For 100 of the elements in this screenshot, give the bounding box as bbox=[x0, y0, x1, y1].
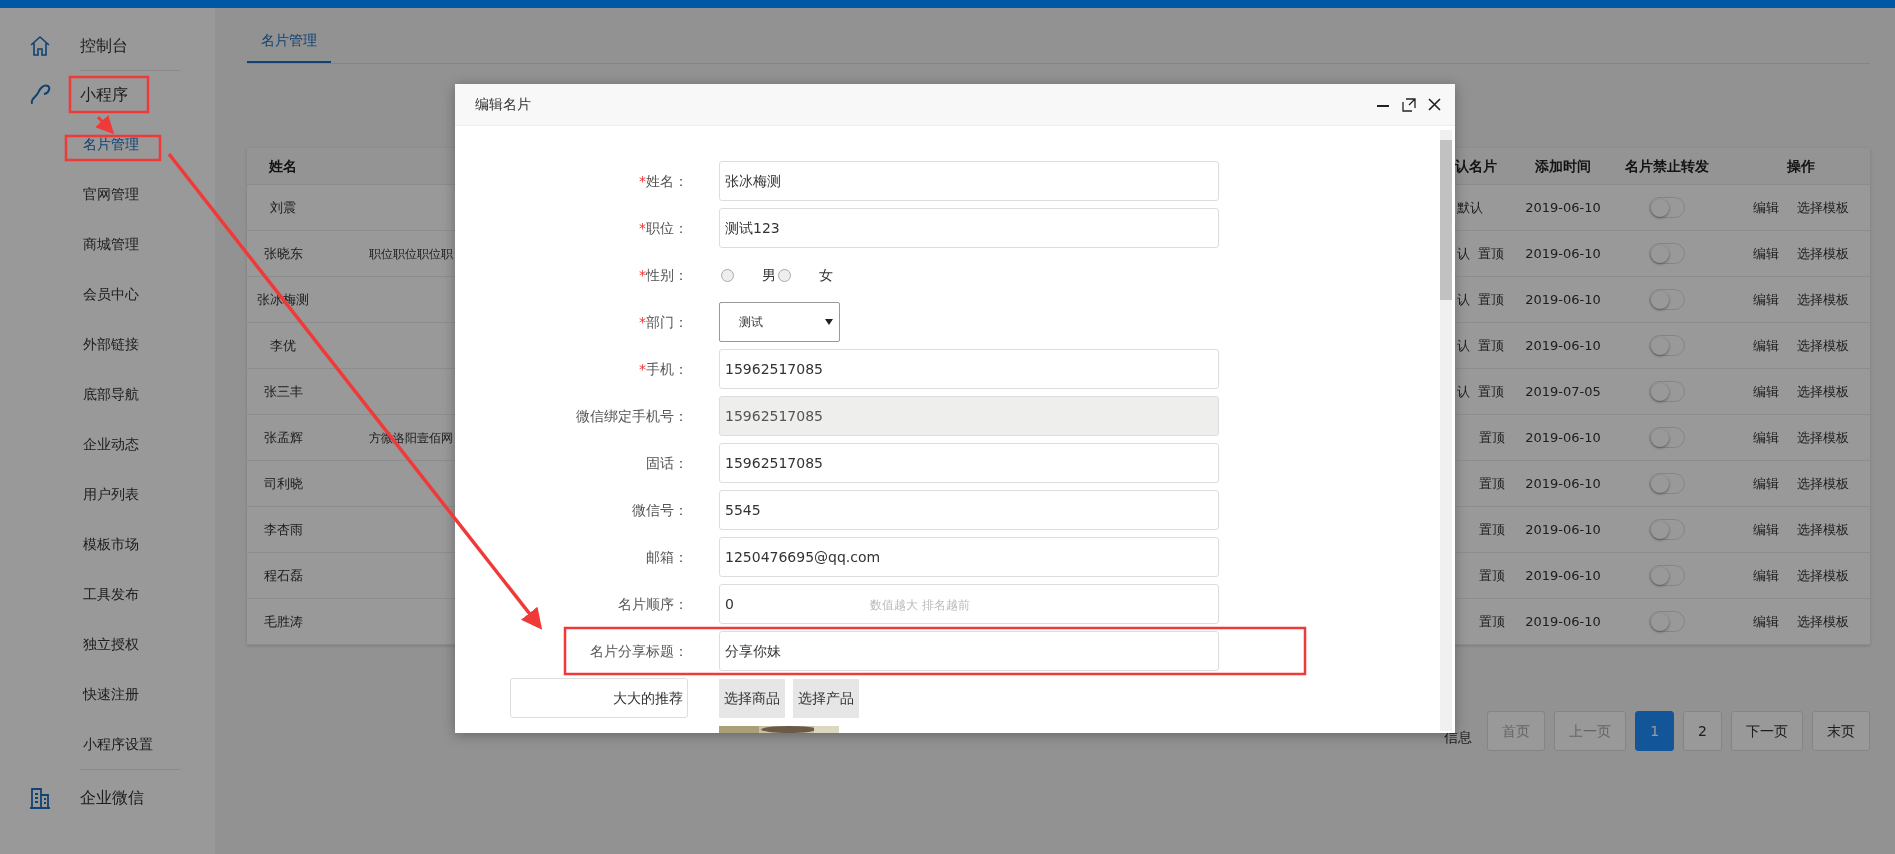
action-link[interactable]: 编辑 bbox=[1752, 565, 1779, 586]
pin-link[interactable]: 置顶 bbox=[1478, 381, 1504, 402]
toggle-switch[interactable] bbox=[1649, 565, 1685, 586]
toggle-switch[interactable] bbox=[1649, 197, 1685, 218]
choose-button[interactable]: 选择产品 bbox=[793, 678, 859, 718]
sidebar-subitem[interactable]: 独立授权 bbox=[0, 619, 215, 669]
toggle-switch[interactable] bbox=[1649, 243, 1685, 264]
sidebar-item[interactable]: 控制台 bbox=[0, 22, 215, 70]
sidebar-subitem[interactable]: 用户列表 bbox=[0, 469, 215, 519]
action-link[interactable]: 编辑 bbox=[1752, 427, 1779, 448]
table-cell-text: 张晓东 bbox=[263, 244, 303, 263]
maximize-icon[interactable] bbox=[1402, 97, 1416, 112]
action-link[interactable]: 选择模板 bbox=[1796, 611, 1849, 632]
pin-link[interactable]: 置顶 bbox=[1478, 243, 1504, 264]
page-button[interactable]: 下一页 bbox=[1731, 711, 1803, 751]
sidebar-subitem[interactable]: 外部链接 bbox=[0, 319, 215, 369]
field-label: *部门： bbox=[638, 312, 688, 332]
action-link[interactable]: 编辑 bbox=[1752, 197, 1779, 218]
action-link[interactable]: 编辑 bbox=[1752, 335, 1779, 356]
action-link[interactable]: 选择模板 bbox=[1796, 381, 1849, 402]
table-cell-text: 2019-07-05 bbox=[1525, 382, 1601, 401]
input-field[interactable]: 测试123 bbox=[719, 208, 1219, 248]
action-link[interactable]: 编辑 bbox=[1752, 289, 1779, 310]
action-link[interactable]: 选择模板 bbox=[1796, 565, 1849, 586]
sidebar-subitem[interactable]: 名片管理 bbox=[0, 119, 215, 169]
sidebar-subitem[interactable]: 官网管理 bbox=[0, 169, 215, 219]
action-link[interactable]: 选择模板 bbox=[1796, 243, 1849, 264]
toggle-switch[interactable] bbox=[1649, 611, 1685, 632]
action-link[interactable]: 编辑 bbox=[1752, 473, 1779, 494]
scrollbar[interactable] bbox=[1440, 130, 1452, 731]
department-select[interactable]: 测试 bbox=[719, 302, 840, 342]
toggle-switch[interactable] bbox=[1649, 381, 1685, 402]
action-link[interactable]: 编辑 bbox=[1752, 519, 1779, 540]
sidebar-item[interactable]: 企业微信 bbox=[0, 770, 215, 826]
table-cell-text: 2019-06-10 bbox=[1525, 336, 1601, 355]
input-field[interactable]: 张冰梅测 bbox=[719, 161, 1219, 201]
tab[interactable]: 名片管理 bbox=[247, 30, 331, 63]
input-field[interactable]: 0 数值越大 排名越前 bbox=[719, 584, 1219, 624]
action-link[interactable]: 选择模板 bbox=[1796, 427, 1849, 448]
pin-link[interactable]: 置顶 bbox=[1478, 289, 1504, 310]
column-header: 操作 bbox=[1786, 156, 1815, 176]
toggle-switch[interactable] bbox=[1649, 473, 1685, 494]
column-header: 名片禁止转发 bbox=[1625, 156, 1709, 176]
close-icon[interactable] bbox=[1428, 98, 1441, 111]
table-cell-text: 2019-06-10 bbox=[1525, 244, 1601, 263]
pin-link[interactable]: 置顶 bbox=[1479, 611, 1505, 632]
sidebar-subitem[interactable]: 商城管理 bbox=[0, 219, 215, 269]
table-cell-text: 认 bbox=[1457, 382, 1470, 401]
pin-link[interactable]: 置顶 bbox=[1478, 335, 1504, 356]
field-label: 微信号： bbox=[631, 500, 688, 520]
radio-label: 女 bbox=[819, 265, 833, 285]
table-cell-text: 2019-06-10 bbox=[1525, 566, 1601, 585]
table-cell-text: 2019-06-10 bbox=[1525, 474, 1601, 493]
field-label: 固话： bbox=[645, 453, 688, 473]
caret-icon bbox=[825, 319, 833, 325]
choose-button[interactable]: 选择商品 bbox=[719, 678, 785, 718]
action-link[interactable]: 编辑 bbox=[1752, 243, 1779, 264]
input-field[interactable]: 15962517085 bbox=[719, 443, 1219, 483]
sidebar-subitem[interactable]: 快速注册 bbox=[0, 669, 215, 719]
pin-link[interactable]: 置顶 bbox=[1479, 565, 1505, 586]
action-link[interactable]: 选择模板 bbox=[1796, 473, 1849, 494]
toggle-switch[interactable] bbox=[1649, 427, 1685, 448]
input-field[interactable]: 分享你妹 bbox=[719, 631, 1219, 671]
input-field[interactable]: 1250476695@qq.com bbox=[719, 537, 1219, 577]
sidebar-subitem[interactable]: 小程序设置 bbox=[0, 719, 215, 769]
toggle-switch[interactable] bbox=[1649, 335, 1685, 356]
action-link[interactable]: 编辑 bbox=[1752, 381, 1779, 402]
action-link[interactable]: 选择模板 bbox=[1796, 335, 1849, 356]
input-field[interactable]: 5545 bbox=[719, 490, 1219, 530]
table-cell-text: 2019-06-10 bbox=[1525, 612, 1601, 631]
pin-link[interactable]: 置顶 bbox=[1479, 473, 1505, 494]
toggle-switch[interactable] bbox=[1649, 289, 1685, 310]
field-label: 邮箱： bbox=[645, 547, 688, 567]
pin-link[interactable]: 置顶 bbox=[1479, 519, 1505, 540]
table-cell-text: 认 bbox=[1457, 336, 1470, 355]
sidebar-subitem[interactable]: 会员中心 bbox=[0, 269, 215, 319]
pin-link[interactable]: 置顶 bbox=[1479, 427, 1505, 448]
action-link[interactable]: 选择模板 bbox=[1796, 289, 1849, 310]
toggle-switch[interactable] bbox=[1649, 519, 1685, 540]
column-header: 姓名 bbox=[269, 156, 297, 176]
table-cell: 职位职位职位职 bbox=[369, 246, 453, 261]
table-cell-text: 2019-06-10 bbox=[1525, 428, 1601, 447]
action-link[interactable]: 编辑 bbox=[1752, 611, 1779, 632]
table-cell-text: 程石磊 bbox=[263, 566, 303, 585]
annotation-arrow bbox=[95, 114, 115, 135]
sidebar-subitem[interactable]: 工具发布 bbox=[0, 569, 215, 619]
input-field[interactable]: 15962517085 bbox=[719, 349, 1219, 389]
sidebar-item[interactable]: 小程序 bbox=[0, 71, 215, 119]
table-cell-text: 张孟辉 bbox=[263, 428, 303, 447]
sidebar-subitem[interactable]: 模板市场 bbox=[0, 519, 215, 569]
page-button[interactable]: 末页 bbox=[1812, 711, 1870, 751]
recommend-field[interactable]: 大大的推荐 bbox=[510, 678, 688, 718]
radio-button[interactable] bbox=[721, 268, 734, 282]
action-link[interactable]: 选择模板 bbox=[1796, 519, 1849, 540]
page-button[interactable]: 2 bbox=[1683, 711, 1722, 751]
table-cell-text: 认 bbox=[1457, 290, 1470, 309]
radio-button[interactable] bbox=[778, 268, 791, 282]
sidebar-subitem[interactable]: 底部导航 bbox=[0, 369, 215, 419]
action-link[interactable]: 选择模板 bbox=[1796, 197, 1849, 218]
sidebar-subitem[interactable]: 企业动态 bbox=[0, 419, 215, 469]
